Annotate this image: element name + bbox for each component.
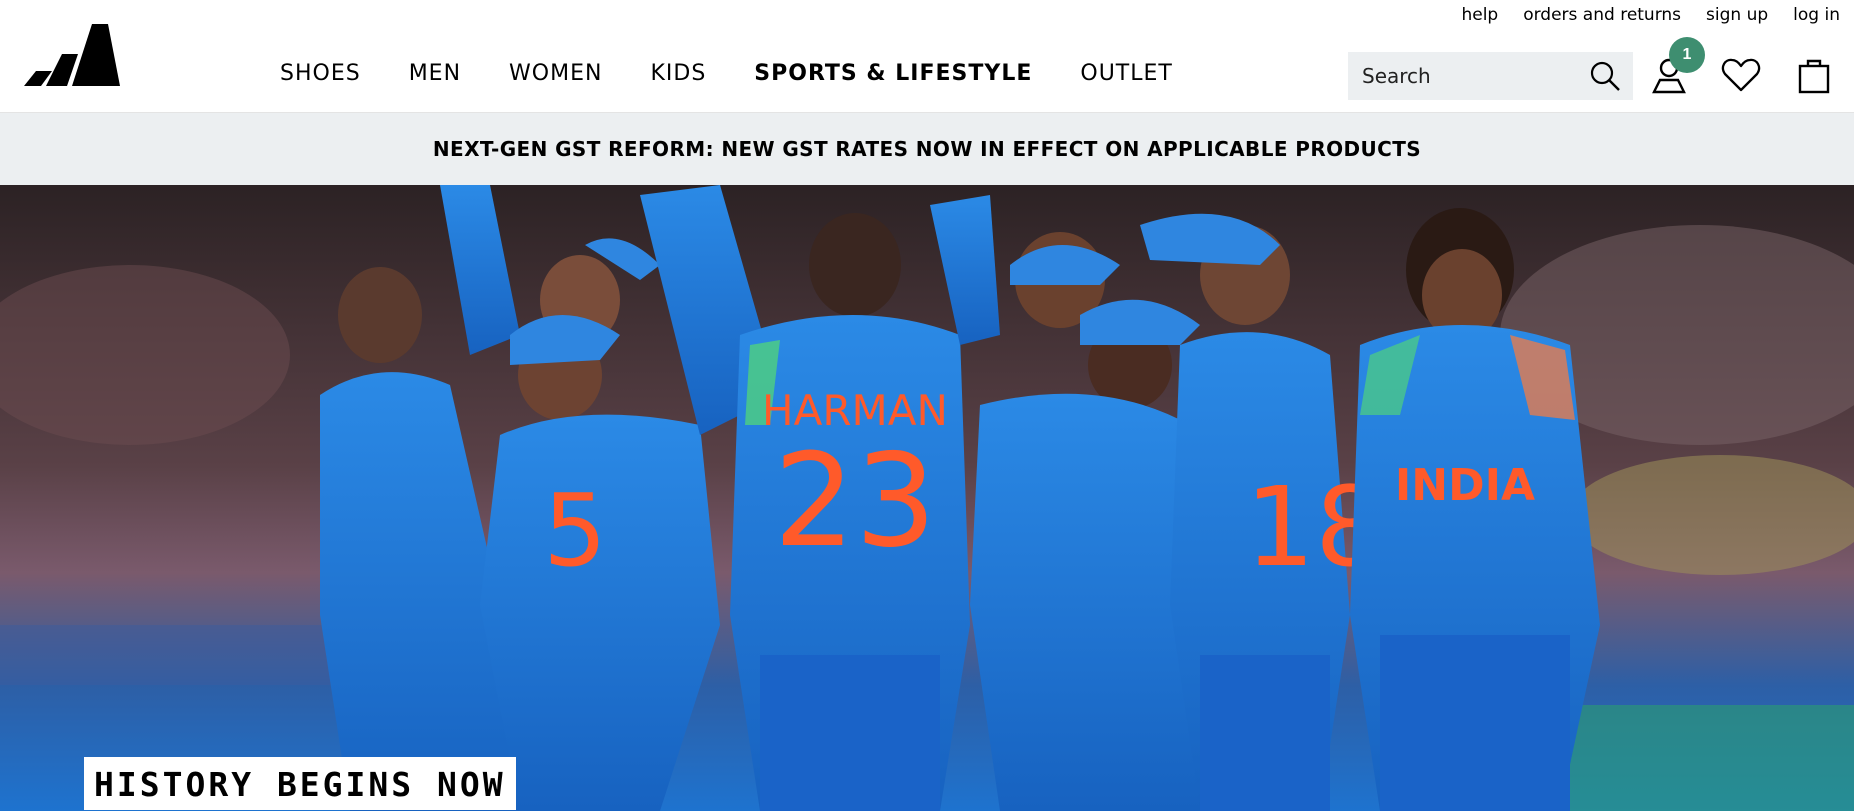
search-icon[interactable] xyxy=(1589,60,1621,92)
orders-and-returns-link[interactable]: orders and returns xyxy=(1523,5,1681,25)
search-input[interactable] xyxy=(1362,64,1562,88)
main-nav: SHOES MEN WOMEN KIDS SPORTS & LIFESTYLE … xyxy=(280,60,1221,88)
promo-banner[interactable]: NEXT-GEN GST REFORM: NEW GST RATES NOW I… xyxy=(0,113,1854,185)
heart-icon[interactable] xyxy=(1721,56,1761,94)
nav-item-men[interactable]: MEN xyxy=(409,60,461,88)
search-box xyxy=(1348,52,1633,100)
adidas-logo[interactable] xyxy=(24,24,120,86)
account-badge: 1 xyxy=(1669,37,1705,73)
hero-banner[interactable]: HARMAN 23 18 INDIA 5 HISTORY BEGINS NOW xyxy=(0,185,1854,811)
nav-item-shoes[interactable]: SHOES xyxy=(280,60,361,88)
hero-image: HARMAN 23 18 INDIA 5 xyxy=(0,185,1854,811)
help-link[interactable]: help xyxy=(1461,5,1498,25)
promo-text: NEXT-GEN GST REFORM: NEW GST RATES NOW I… xyxy=(432,137,1422,161)
shopping-bag-icon[interactable] xyxy=(1796,56,1832,94)
nav-item-women[interactable]: WOMEN xyxy=(509,60,602,88)
jersey-number-text: 23 xyxy=(774,427,937,576)
site-header: help orders and returns sign up log in S… xyxy=(0,0,1854,113)
jersey-number-5: 5 xyxy=(543,472,607,589)
nav-item-kids[interactable]: KIDS xyxy=(650,60,706,88)
nav-item-outlet[interactable]: OUTLET xyxy=(1080,60,1172,88)
utility-links: help orders and returns sign up log in xyxy=(1461,5,1840,25)
hero-tagline[interactable]: HISTORY BEGINS NOW xyxy=(84,757,516,810)
nav-item-sports-lifestyle[interactable]: SPORTS & LIFESTYLE xyxy=(754,60,1032,88)
jersey-india-text: INDIA xyxy=(1395,460,1535,511)
log-in-link[interactable]: log in xyxy=(1793,5,1840,25)
sign-up-link[interactable]: sign up xyxy=(1706,5,1768,25)
hero-tagline-text: HISTORY BEGINS NOW xyxy=(94,765,506,804)
